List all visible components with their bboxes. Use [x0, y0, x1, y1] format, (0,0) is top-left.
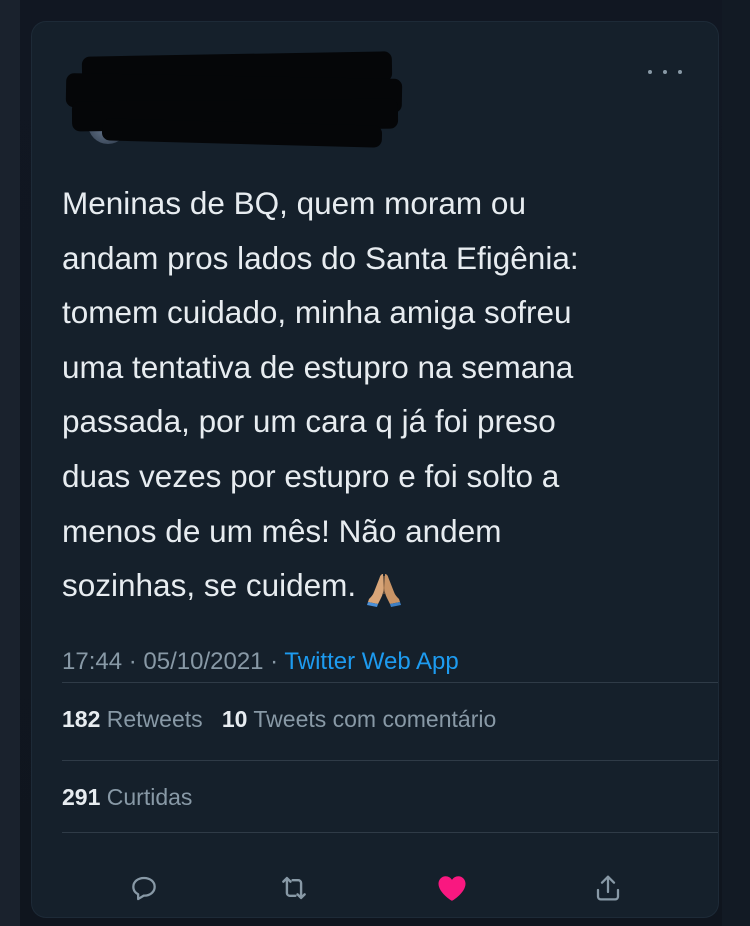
divider	[62, 832, 718, 833]
heart-filled-icon	[438, 876, 466, 901]
reply-icon	[132, 876, 156, 901]
retweets-count: 182	[62, 706, 101, 732]
folded-hands-emoji	[364, 568, 404, 608]
tweet-meta: 17:44 · 05/10/2021 · Twitter Web App	[62, 648, 459, 676]
tweet-source-link[interactable]: Twitter Web App	[284, 648, 458, 675]
meta-separator: ·	[122, 648, 144, 675]
retweet-button[interactable]	[268, 860, 320, 916]
share-button[interactable]	[582, 860, 634, 916]
reply-button[interactable]	[118, 860, 170, 916]
retweet-icon	[282, 876, 306, 900]
quotes-label: Tweets com comentário	[253, 706, 497, 732]
redacted-author	[62, 42, 403, 150]
quotes-stat[interactable]: 10 Tweets com comentário	[222, 706, 496, 732]
tweet-card: Meninas de BQ, quem moram ou andam pros …	[32, 22, 718, 917]
retweets-label: Retweets	[106, 706, 203, 732]
tweet-header	[32, 22, 718, 148]
engagement-stats-row: 182 Retweets 10 Tweets com comentário	[62, 706, 496, 733]
likes-count: 291	[62, 784, 101, 810]
left-edge	[0, 0, 20, 926]
divider	[62, 682, 718, 683]
likes-stat[interactable]: 291 Curtidas	[62, 784, 192, 810]
likes-stats-row: 291 Curtidas	[62, 784, 192, 811]
more-horizontal-icon[interactable]	[648, 62, 682, 82]
share-icon	[596, 875, 620, 901]
tweet-text: Meninas de BQ, quem moram ou andam pros …	[62, 176, 702, 613]
quotes-count: 10	[221, 706, 248, 732]
right-edge	[722, 0, 750, 926]
retweets-stat[interactable]: 182 Retweets	[62, 706, 203, 732]
likes-label: Curtidas	[106, 784, 193, 810]
tweet-body: Meninas de BQ, quem moram ou andam pros …	[62, 185, 579, 604]
like-button[interactable]	[426, 860, 478, 916]
tweet-actions	[32, 860, 718, 916]
divider	[62, 760, 718, 761]
tweet-time: 17:44	[62, 648, 123, 675]
tweet-date[interactable]: 05/10/2021	[143, 648, 263, 675]
screen: Meninas de BQ, quem moram ou andam pros …	[0, 0, 750, 926]
meta-separator-2: ·	[263, 648, 285, 675]
